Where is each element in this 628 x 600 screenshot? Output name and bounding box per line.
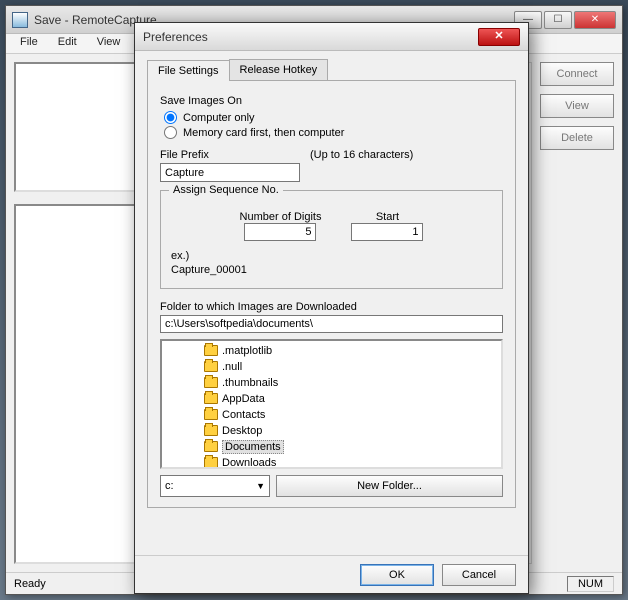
dialog-titlebar: Preferences ✕ [135, 23, 528, 51]
close-button[interactable]: ✕ [574, 11, 616, 29]
tree-item-label: AppData [222, 393, 265, 405]
menu-file[interactable]: File [10, 34, 48, 53]
dialog-body: File Settings Release Hotkey Save Images… [135, 51, 528, 555]
digits-input[interactable] [244, 223, 316, 241]
file-prefix-input[interactable] [160, 163, 300, 182]
file-prefix-hint: (Up to 16 characters) [310, 149, 413, 161]
sequence-example: ex.) Capture_00001 [171, 249, 492, 278]
dialog-close-button[interactable]: ✕ [478, 28, 520, 46]
tree-item[interactable]: Desktop [164, 423, 499, 439]
start-input[interactable] [351, 223, 423, 241]
tab-file-settings[interactable]: File Settings [147, 60, 230, 81]
radio-memory-first-input[interactable] [164, 126, 177, 139]
menu-edit[interactable]: Edit [48, 34, 87, 53]
tree-item[interactable]: Downloads [164, 455, 499, 469]
new-folder-button[interactable]: New Folder... [276, 475, 503, 497]
radio-computer-only-label: Computer only [183, 112, 255, 124]
tree-item[interactable]: Contacts [164, 407, 499, 423]
ok-button[interactable]: OK [360, 564, 434, 586]
tree-item-label: Downloads [222, 457, 276, 469]
folder-tree[interactable]: .matplotlib .null .thumbnails AppData Contac… [160, 339, 503, 469]
digits-label: Number of Digits [240, 211, 322, 223]
view-button[interactable]: View [540, 94, 614, 118]
chevron-down-icon: ▼ [256, 481, 265, 491]
sequence-group: Assign Sequence No. Number of Digits Sta… [160, 190, 503, 289]
status-num: NUM [567, 576, 614, 592]
dialog-title: Preferences [143, 30, 478, 44]
app-icon [12, 12, 28, 28]
maximize-button[interactable]: ☐ [544, 11, 572, 29]
drive-value: c: [165, 480, 174, 492]
tree-item[interactable]: AppData [164, 391, 499, 407]
cancel-button[interactable]: Cancel [442, 564, 516, 586]
tree-item[interactable]: Documents [164, 439, 499, 455]
folder-icon [204, 457, 218, 468]
preferences-dialog: Preferences ✕ File Settings Release Hotk… [134, 22, 529, 594]
tab-release-hotkey[interactable]: Release Hotkey [229, 59, 329, 80]
radio-computer-only-input[interactable] [164, 111, 177, 124]
start-label: Start [376, 211, 399, 223]
folder-icon [204, 361, 218, 372]
tree-item-label: .matplotlib [222, 345, 272, 357]
radio-memory-first-label: Memory card first, then computer [183, 127, 344, 139]
drive-select[interactable]: c: ▼ [160, 475, 270, 497]
tree-item-label: Documents [222, 440, 284, 454]
window-controls: — ☐ ✕ [514, 11, 616, 29]
tree-item[interactable]: .matplotlib [164, 343, 499, 359]
tabs-bar: File Settings Release Hotkey [147, 59, 516, 81]
folder-path-input[interactable] [160, 315, 503, 333]
tree-item-label: Desktop [222, 425, 262, 437]
sequence-legend: Assign Sequence No. [169, 184, 283, 196]
example-value: Capture_00001 [171, 263, 492, 277]
folder-icon [204, 377, 218, 388]
tree-item-label: Contacts [222, 409, 265, 421]
folder-icon [204, 425, 218, 436]
delete-button[interactable]: Delete [540, 126, 614, 150]
menu-view[interactable]: View [87, 34, 131, 53]
folder-icon [204, 441, 218, 452]
status-ready: Ready [14, 578, 46, 590]
folder-label: Folder to which Images are Downloaded [160, 301, 503, 313]
example-label: ex.) [171, 249, 492, 263]
radio-memory-first[interactable]: Memory card first, then computer [164, 126, 503, 139]
tree-item[interactable]: .thumbnails [164, 375, 499, 391]
thumbnail-panel [14, 62, 154, 192]
folder-icon [204, 345, 218, 356]
radio-computer-only[interactable]: Computer only [164, 111, 503, 124]
tab-content: Save Images On Computer only Memory card… [147, 81, 516, 508]
folder-icon [204, 393, 218, 404]
tree-item[interactable]: .null [164, 359, 499, 375]
list-panel [14, 204, 154, 564]
dialog-footer: OK Cancel [135, 555, 528, 593]
folder-icon [204, 409, 218, 420]
file-prefix-label: File Prefix [160, 149, 310, 161]
save-images-label: Save Images On [160, 95, 503, 107]
tree-item-label: .null [222, 361, 242, 373]
connect-button[interactable]: Connect [540, 62, 614, 86]
tree-item-label: .thumbnails [222, 377, 278, 389]
right-buttons: Connect View Delete [540, 62, 614, 158]
